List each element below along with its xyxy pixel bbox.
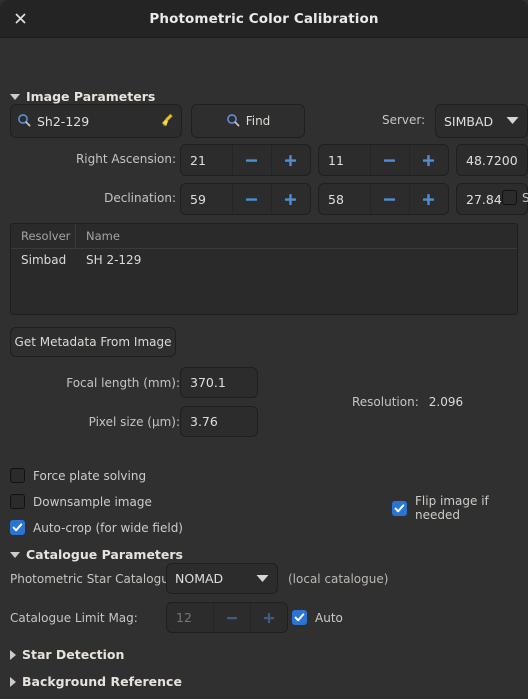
declination-south-toggle[interactable]: S [502, 190, 528, 205]
flip-image-label: Flip image if needed [415, 494, 489, 522]
section-title-catalogue-parameters: Catalogue Parameters [26, 547, 183, 562]
section-title-star-detection: Star Detection [22, 647, 125, 662]
dec-arcmin-decrement-button[interactable] [369, 184, 409, 214]
dec-degrees-decrement-button[interactable] [231, 184, 271, 214]
focal-length-value: 370.1 [190, 375, 226, 390]
chevron-right-icon [10, 676, 16, 687]
chevron-down-icon [256, 572, 269, 586]
force-plate-solving-label: Force plate solving [33, 468, 147, 483]
object-search-value: Sh2-129 [37, 113, 90, 129]
downsample-image-label: Downsample image [33, 494, 152, 509]
section-header-background-reference[interactable]: Background Reference [10, 674, 182, 689]
server-select[interactable]: SIMBAD [435, 104, 528, 138]
section-title-image-parameters: Image Parameters [26, 89, 156, 104]
downsample-image-checkbox[interactable] [10, 494, 25, 509]
server-selected-value: SIMBAD [444, 113, 494, 129]
ra-minutes-increment-button[interactable] [408, 145, 448, 175]
ra-minutes-stepper[interactable]: 11 [318, 144, 449, 176]
object-search-input[interactable]: Sh2-129 [10, 104, 182, 138]
table-header-row: Resolver Name [11, 224, 517, 249]
dec-arcmin-increment-button[interactable] [408, 184, 448, 214]
pixel-size-label: Pixel size (µm): [88, 415, 180, 429]
column-header-resolver: Resolver [11, 224, 76, 248]
ra-hours-increment-button[interactable] [270, 145, 310, 175]
ra-hours-decrement-button[interactable] [231, 145, 271, 175]
photometric-star-catalogue-value: NOMAD [175, 571, 224, 586]
option-force-plate-solving[interactable]: Force plate solving [10, 468, 146, 483]
get-metadata-from-image-button[interactable]: Get Metadata From Image [10, 327, 176, 357]
dec-degrees-stepper[interactable]: 59 [180, 183, 311, 215]
column-header-name: Name [86, 229, 120, 243]
section-header-star-detection[interactable]: Star Detection [10, 647, 124, 662]
broom-icon[interactable] [159, 112, 175, 131]
magnifier-icon [226, 113, 240, 130]
resolution-label: Resolution: [352, 395, 419, 409]
catalogue-limit-mag-auto-checkbox[interactable] [292, 610, 307, 625]
ra-hours-value: 21 [190, 152, 206, 168]
catalogue-limit-mag-value: 12 [176, 610, 192, 625]
pixel-size-input[interactable]: 3.76 [180, 406, 258, 437]
title-bar: Photometric Color Calibration [0, 0, 528, 38]
ra-minutes-value: 11 [328, 152, 344, 168]
resolution-readout: Resolution: 2.096 [352, 395, 463, 409]
chevron-down-icon [506, 114, 519, 128]
option-auto-crop[interactable]: Auto-crop (for wide field) [10, 520, 183, 535]
declination-row: Declination: 59 58 27.8400 S [10, 183, 528, 215]
declination-label: Declination: [104, 191, 176, 205]
flip-image-checkbox[interactable] [392, 500, 407, 516]
dec-arcmin-stepper[interactable]: 58 [318, 183, 449, 215]
chevron-right-icon [10, 649, 16, 660]
resolution-value: 2.096 [428, 395, 464, 409]
close-icon [14, 13, 26, 24]
local-catalogue-note: (local catalogue) [288, 572, 389, 586]
chevron-down-icon [10, 93, 20, 100]
catalogue-limit-mag-increment-button [250, 603, 287, 632]
resolver-results-table[interactable]: Resolver Name Simbad SH 2-129 [10, 223, 518, 315]
photometric-color-calibration-dialog: Photometric Color Calibration Image Para… [0, 0, 528, 699]
ra-hours-stepper[interactable]: 21 [180, 144, 311, 176]
auto-crop-checkbox[interactable] [10, 520, 25, 535]
chevron-down-icon [10, 551, 20, 558]
dec-degrees-increment-button[interactable] [270, 184, 310, 214]
dec-degrees-value: 59 [190, 191, 206, 207]
dialog-content: Image Parameters Sh2-129 Find Server: SI… [0, 38, 528, 699]
pixel-size-value: 3.76 [190, 414, 218, 429]
server-label: Server: [382, 113, 426, 127]
object-search-row: Sh2-129 Find Server: SIMBAD [10, 104, 528, 138]
option-downsample-image[interactable]: Downsample image [10, 494, 152, 509]
find-button[interactable]: Find [191, 104, 305, 138]
photometric-star-catalogue-label: Photometric Star Catalogue: [10, 572, 181, 586]
section-header-catalogue-parameters[interactable]: Catalogue Parameters [10, 547, 183, 562]
right-ascension-row: Right Ascension: 21 11 48.7200 [10, 144, 528, 176]
cell-name: SH 2-129 [86, 253, 142, 267]
cell-resolver: Simbad [21, 253, 67, 267]
window-title: Photometric Color Calibration [149, 10, 379, 27]
ra-seconds-input[interactable]: 48.7200 [456, 144, 528, 176]
catalogue-limit-mag-decrement-button [213, 603, 250, 632]
south-checkbox[interactable] [502, 190, 517, 205]
focal-length-label: Focal length (mm): [66, 376, 180, 390]
catalogue-limit-mag-auto-label: Auto [315, 610, 343, 625]
section-title-background-reference: Background Reference [22, 674, 182, 689]
south-label: S [522, 190, 528, 205]
focal-length-input[interactable]: 370.1 [180, 367, 258, 398]
right-ascension-label: Right Ascension: [75, 152, 176, 166]
force-plate-solving-checkbox[interactable] [10, 468, 25, 483]
auto-crop-label: Auto-crop (for wide field) [33, 520, 183, 535]
find-button-label: Find [245, 114, 271, 128]
option-catalogue-limit-mag-auto[interactable]: Auto [292, 610, 343, 625]
section-header-image-parameters[interactable]: Image Parameters [10, 89, 155, 104]
catalogue-limit-mag-stepper: 12 [166, 602, 288, 633]
catalogue-limit-mag-label: Catalogue Limit Mag: [10, 611, 138, 625]
ra-minutes-decrement-button[interactable] [369, 145, 409, 175]
photometric-star-catalogue-select[interactable]: NOMAD [166, 563, 278, 594]
table-row[interactable]: Simbad SH 2-129 [11, 249, 517, 271]
close-window-button[interactable] [8, 7, 32, 31]
dec-arcmin-value: 58 [328, 191, 344, 207]
option-flip-image-if-needed[interactable]: Flip image if needed [392, 494, 528, 522]
magnifier-icon [17, 113, 31, 130]
